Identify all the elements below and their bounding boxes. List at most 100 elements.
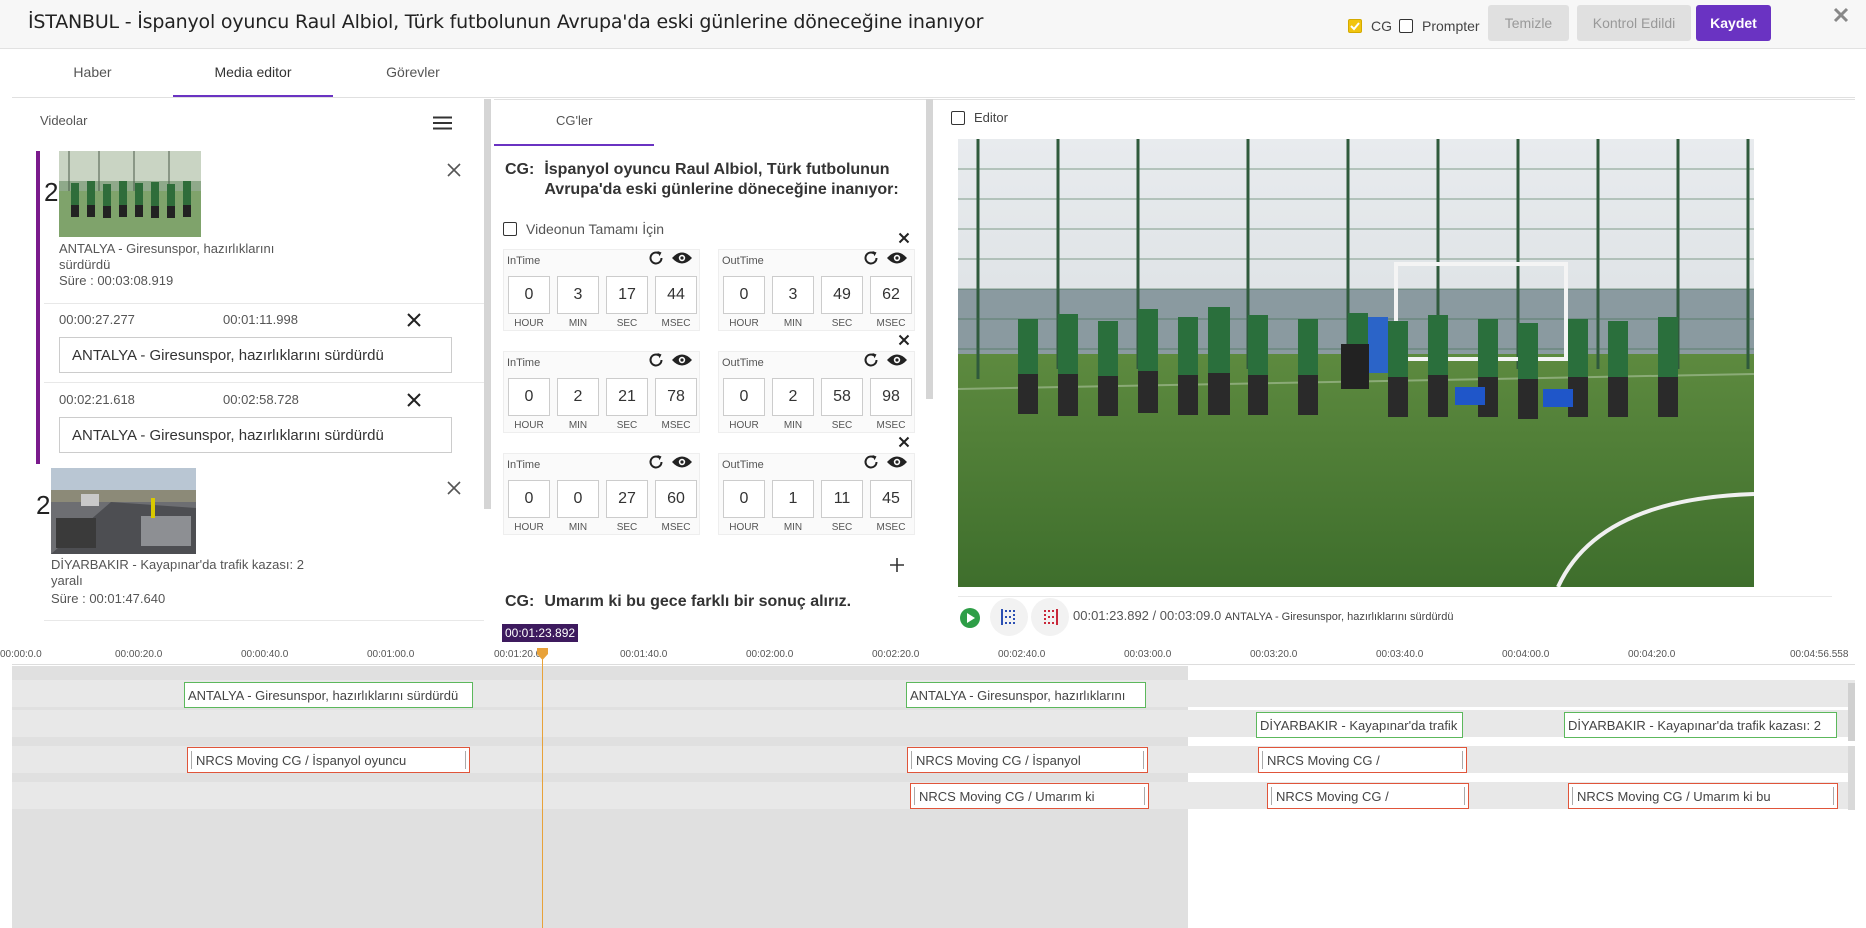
reset-icon[interactable]	[647, 249, 665, 267]
duration-label: Süre :	[51, 591, 86, 606]
remove-segment-icon[interactable]	[406, 312, 422, 328]
out-time-msec-input[interactable]: 45	[870, 480, 912, 518]
mark-in-button[interactable]	[990, 598, 1028, 636]
reset-icon[interactable]	[862, 249, 880, 267]
timeline-tick-label: 00:01:40.0	[620, 649, 668, 660]
out-time-hour-input[interactable]: 0	[723, 378, 765, 416]
time-unit-label: HOUR	[729, 522, 759, 533]
save-button[interactable]: Kaydet	[1696, 5, 1771, 41]
timeline-cg-clip[interactable]: NRCS Moving CG /	[1267, 783, 1469, 809]
time-unit-label: HOUR	[514, 420, 544, 431]
videos-scrollbar[interactable]	[484, 99, 491, 509]
timeline-playhead[interactable]	[542, 650, 543, 928]
timeline-cg-clip[interactable]: NRCS Moving CG / Umarım ki	[910, 783, 1149, 809]
preview-eye-icon[interactable]	[671, 251, 693, 265]
out-time-min-input[interactable]: 1	[772, 480, 814, 518]
remove-segment-icon[interactable]	[406, 392, 422, 408]
time-unit-label: MSEC	[661, 522, 691, 533]
cg-text: İspanyol oyuncu Raul Albiol, Türk futbol…	[544, 161, 899, 198]
out-time-sec-input[interactable]: 49	[821, 276, 863, 314]
cg-panel-top-border	[494, 99, 926, 100]
cg-prefix: CG:	[505, 161, 535, 178]
timeline-cg-clip[interactable]: NRCS Moving CG /	[1258, 747, 1467, 773]
tab-haber[interactable]: Haber	[12, 64, 173, 80]
timeline-scrollbar[interactable]	[1848, 683, 1855, 741]
timeline-cg-clip[interactable]: NRCS Moving CG / İspanyol	[907, 747, 1148, 773]
editor-label: Editor	[974, 110, 1008, 125]
delete-timing-icon[interactable]	[898, 232, 910, 244]
in-time-msec-input[interactable]: 44	[655, 276, 697, 314]
reset-icon[interactable]	[647, 351, 665, 369]
delete-timing-icon[interactable]	[898, 334, 910, 346]
in-time-min-input[interactable]: 0	[557, 480, 599, 518]
remove-video-icon[interactable]	[446, 162, 462, 178]
timeline-video-clip[interactable]: DİYARBAKIR - Kayapınar'da trafik kazası:…	[1564, 712, 1837, 738]
preview-eye-icon[interactable]	[886, 251, 908, 265]
playhead-marker-icon[interactable]	[537, 648, 548, 660]
out-time-msec-input[interactable]: 62	[870, 276, 912, 314]
timeline-cg-clip[interactable]: NRCS Moving CG / Umarım ki bu	[1568, 783, 1838, 809]
in-time-msec-input[interactable]: 60	[655, 480, 697, 518]
full-video-checkbox[interactable]	[503, 222, 517, 236]
timeline-cg-clip[interactable]: NRCS Moving CG / İspanyol oyuncu	[187, 747, 470, 773]
time-unit-label: HOUR	[514, 318, 544, 329]
timeline-tick-label: 00:02:40.0	[998, 649, 1046, 660]
segment-text-input[interactable]: ANTALYA - Giresunspor, hazırlıklarını sü…	[59, 417, 452, 453]
out-time-sec-input[interactable]: 11	[821, 480, 863, 518]
in-time-sec-input[interactable]: 21	[606, 378, 648, 416]
menu-icon[interactable]	[433, 116, 452, 130]
out-time-hour-input[interactable]: 0	[723, 276, 765, 314]
timeline-scrollbar-track[interactable]	[1848, 746, 1855, 810]
play-icon[interactable]	[959, 607, 981, 629]
in-time-hour-input[interactable]: 0	[508, 276, 550, 314]
cg-scrollbar[interactable]	[926, 99, 933, 399]
cg-checkbox[interactable]	[1348, 19, 1362, 33]
mark-out-button[interactable]	[1031, 598, 1069, 636]
tab-gorevler[interactable]: Görevler	[333, 64, 493, 80]
preview-eye-icon[interactable]	[886, 455, 908, 469]
in-time-sec-input[interactable]: 17	[606, 276, 648, 314]
reset-icon[interactable]	[862, 351, 880, 369]
delete-timing-icon[interactable]	[898, 436, 910, 448]
out-time-hour-input[interactable]: 0	[723, 480, 765, 518]
tab-cgler[interactable]: CG'ler	[556, 113, 592, 128]
add-cg-icon[interactable]	[889, 557, 905, 573]
prompter-checkbox-label: Prompter	[1422, 18, 1480, 34]
in-time-sec-input[interactable]: 27	[606, 480, 648, 518]
time-unit-label: SEC	[831, 420, 853, 431]
in-time-min-input[interactable]: 3	[557, 276, 599, 314]
close-window-icon[interactable]	[1832, 6, 1850, 24]
in-time-hour-input[interactable]: 0	[508, 378, 550, 416]
video-index: 2	[36, 490, 51, 520]
in-time-hour-input[interactable]: 0	[508, 480, 550, 518]
video-preview[interactable]	[958, 139, 1754, 587]
preview-eye-icon[interactable]	[671, 353, 693, 367]
preview-eye-icon[interactable]	[886, 353, 908, 367]
clear-button[interactable]: Temizle	[1488, 5, 1569, 41]
reset-icon[interactable]	[862, 453, 880, 471]
out-time-msec-input[interactable]: 98	[870, 378, 912, 416]
in-time-msec-input[interactable]: 78	[655, 378, 697, 416]
segment-text-input[interactable]: ANTALYA - Giresunspor, hazırlıklarını sü…	[59, 337, 452, 373]
in-time-min-input[interactable]: 2	[557, 378, 599, 416]
preview-eye-icon[interactable]	[671, 455, 693, 469]
reset-icon[interactable]	[647, 453, 665, 471]
out-time-min-input[interactable]: 2	[772, 378, 814, 416]
remove-video-icon[interactable]	[446, 480, 462, 496]
video-thumbnail[interactable]	[59, 151, 201, 237]
out-time-label: OutTime	[722, 357, 764, 369]
player-time: 00:01:23.892 / 00:03:09.0	[1073, 608, 1222, 623]
timeline-video-clip[interactable]: ANTALYA - Giresunspor, hazırlıklarını sü…	[184, 682, 473, 708]
prompter-checkbox[interactable]	[1399, 19, 1413, 33]
video-thumbnail[interactable]	[51, 468, 196, 554]
video-index: 2	[44, 177, 59, 207]
out-time-min-input[interactable]: 3	[772, 276, 814, 314]
editor-checkbox[interactable]	[951, 111, 965, 125]
duration-value: 00:03:08.919	[97, 273, 174, 288]
timeline-video-clip[interactable]: ANTALYA - Giresunspor, hazırlıklarını	[906, 682, 1146, 708]
timeline-video-clip[interactable]: DİYARBAKIR - Kayapınar'da trafik	[1256, 712, 1463, 738]
checked-button[interactable]: Kontrol Edildi	[1577, 5, 1691, 41]
tab-media-editor[interactable]: Media editor	[173, 64, 333, 80]
out-time-label: OutTime	[722, 459, 764, 471]
out-time-sec-input[interactable]: 58	[821, 378, 863, 416]
